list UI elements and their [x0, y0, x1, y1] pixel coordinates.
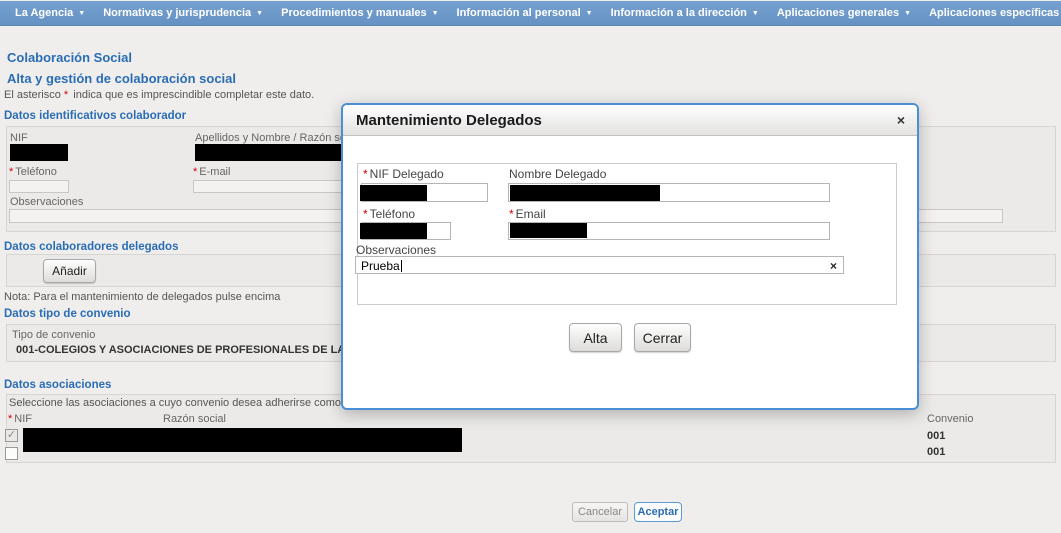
nav-item-procedimientos[interactable]: Procedimientos y manuales ▼: [275, 7, 450, 19]
asterisk-marker: *: [8, 413, 12, 425]
column-header-razon-social: Razón social: [163, 413, 226, 425]
dialog-titlebar: Mantenimiento Delegados ×: [343, 105, 917, 136]
nav-item-label: Aplicaciones específicas: [929, 7, 1059, 19]
redacted-nombre-delegado: [510, 185, 660, 201]
clear-icon[interactable]: ×: [830, 259, 837, 273]
nav-item-la-agencia[interactable]: La Agencia ▼: [9, 7, 97, 19]
apellidos-label: Apellidos y Nombre / Razón social: [195, 132, 363, 144]
email-label: *E-mail: [193, 166, 230, 178]
caret-down-icon: ▼: [432, 10, 439, 17]
top-navbar: La Agencia ▼ Normativas y jurisprudencia…: [0, 1, 1061, 26]
nav-item-label: Información a la dirección: [611, 7, 747, 19]
cancelar-button[interactable]: Cancelar: [572, 502, 628, 522]
redacted-email-delegado: [510, 223, 587, 238]
tipo-convenio-value: 001-COLEGIOS Y ASOCIACIONES DE PROFESION…: [16, 344, 378, 356]
convenio-value-row1: 001: [927, 430, 945, 442]
page-title: Colaboración Social: [7, 50, 132, 65]
redacted-nif-delegado: [360, 185, 427, 201]
nombre-delegado-label: Nombre Delegado: [509, 167, 606, 181]
section-heading-convenio: Datos tipo de convenio: [4, 308, 131, 320]
caret-down-icon: ▼: [752, 10, 759, 17]
telefono-label: *Teléfono: [9, 166, 57, 178]
nav-item-label: Aplicaciones generales: [777, 7, 899, 19]
nav-item-label: Normativas y jurisprudencia: [103, 7, 251, 19]
nav-item-info-personal[interactable]: Información al personal ▼: [451, 7, 605, 19]
nif-delegado-label: *NIF Delegado: [363, 167, 444, 181]
dialog-title: Mantenimiento Delegados: [343, 112, 542, 129]
page-subtitle: Alta y gestión de colaboración social: [7, 71, 236, 86]
observaciones-delegado-input[interactable]: Prueba ×: [355, 256, 844, 274]
dialog-button-row: Alta Cerrar: [343, 323, 917, 352]
asociacion-row1-checkbox[interactable]: ✓: [5, 429, 18, 442]
telefono-input[interactable]: [9, 180, 69, 193]
nav-item-label: Información al personal: [457, 7, 581, 19]
aceptar-button[interactable]: Aceptar: [634, 502, 682, 522]
section-heading-asociaciones: Datos asociaciones: [4, 379, 111, 391]
observaciones-delegado-value: Prueba: [361, 259, 402, 273]
asterisk-marker: *: [509, 207, 514, 221]
column-header-convenio: Convenio: [927, 413, 973, 425]
email-delegado-label: *Email: [509, 207, 546, 221]
anadir-button[interactable]: Añadir: [43, 259, 96, 283]
nav-item-info-direccion[interactable]: Información a la dirección ▼: [605, 7, 771, 19]
nif-delegado-label-text: NIF Delegado: [370, 167, 444, 181]
caret-down-icon: ▼: [256, 10, 263, 17]
caret-down-icon: ▼: [904, 10, 911, 17]
nif-label: NIF: [10, 132, 28, 144]
redacted-nif-value: [10, 144, 68, 161]
nav-item-aplicaciones-especificas[interactable]: Aplicaciones específicas ▼: [923, 7, 1061, 19]
cerrar-button[interactable]: Cerrar: [634, 323, 691, 352]
nav-item-label: Procedimientos y manuales: [281, 7, 427, 19]
asociaciones-instruction: Seleccione las asociaciones a cuyo conve…: [9, 397, 377, 409]
telefono-delegado-label-text: Teléfono: [370, 207, 415, 221]
nav-item-normativas[interactable]: Normativas y jurisprudencia ▼: [97, 7, 275, 19]
mantenimiento-delegados-dialog: Mantenimiento Delegados × *NIF Delegado …: [341, 103, 919, 410]
caret-down-icon: ▼: [586, 10, 593, 17]
column-header-nif-text: NIF: [14, 413, 32, 425]
telefono-delegado-label: *Teléfono: [363, 207, 415, 221]
asterisk-marker: *: [64, 89, 68, 101]
check-icon: ✓: [7, 429, 16, 441]
email-label-text: E-mail: [199, 166, 230, 178]
telefono-label-text: Teléfono: [15, 166, 57, 178]
redacted-telefono-delegado: [360, 223, 427, 239]
observaciones-delegado-label: Observaciones: [356, 243, 436, 257]
observaciones-text: Prueba: [361, 259, 400, 273]
section-heading-identificativos: Datos identificativos colaborador: [4, 110, 186, 122]
email-delegado-label-text: Email: [516, 207, 546, 221]
text-cursor: [401, 260, 402, 272]
delegados-note: Nota: Para el mantenimiento de delegados…: [4, 291, 280, 303]
asterisk-marker: *: [193, 166, 197, 178]
section-heading-delegados: Datos colaboradores delegados: [4, 241, 178, 253]
column-header-nif: *NIF: [8, 413, 32, 425]
observaciones-label: Observaciones: [10, 196, 83, 208]
application-window: La Agencia ▼ Normativas y jurisprudencia…: [0, 0, 1061, 533]
asociacion-row2-checkbox[interactable]: [5, 447, 18, 460]
required-note: El asterisco * indica que es imprescindi…: [4, 89, 314, 101]
convenio-value-row2: 001: [927, 446, 945, 458]
redacted-asociaciones-values: [23, 428, 462, 452]
asterisk-marker: *: [363, 167, 368, 181]
asterisk-marker: *: [9, 166, 13, 178]
tipo-convenio-label: Tipo de convenio: [12, 329, 95, 341]
required-note-suffix: indica que es imprescindible completar e…: [73, 89, 314, 101]
nav-item-aplicaciones-generales[interactable]: Aplicaciones generales ▼: [771, 7, 923, 19]
asterisk-marker: *: [363, 207, 368, 221]
nav-item-label: La Agencia: [15, 7, 73, 19]
alta-button[interactable]: Alta: [569, 323, 622, 352]
caret-down-icon: ▼: [78, 10, 85, 17]
close-icon[interactable]: ×: [897, 112, 917, 128]
required-note-prefix: El asterisco: [4, 89, 61, 101]
